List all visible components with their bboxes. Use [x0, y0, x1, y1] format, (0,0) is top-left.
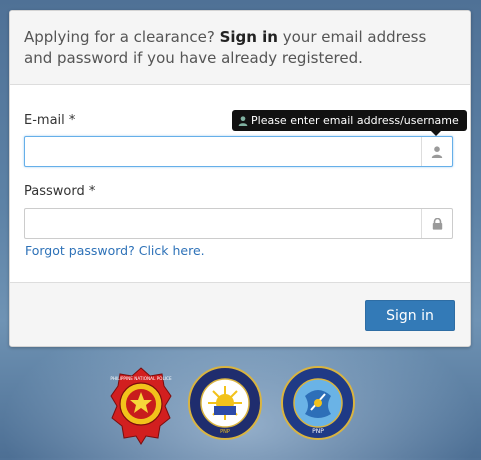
- agency-logos: PHILIPPINE NATIONAL POLICE PNP PNP: [0, 360, 481, 450]
- email-input-group: [24, 136, 453, 167]
- itms-seal-logo: PNP: [281, 366, 355, 440]
- tooltip-text: Please enter email address/username: [251, 114, 459, 127]
- pnp-seal-text: PHILIPPINE NATIONAL POLICE: [110, 376, 172, 381]
- password-label: Password *: [24, 184, 96, 199]
- tooltip-arrow: [431, 131, 441, 136]
- user-icon: [431, 145, 443, 158]
- email-label: E-mail *: [24, 113, 76, 128]
- didm-seal-sub: PNP: [220, 429, 230, 435]
- forgot-password-link[interactable]: Forgot password? Click here.: [25, 243, 205, 258]
- email-tooltip: Please enter email address/username: [232, 110, 467, 136]
- user-icon: [238, 115, 248, 126]
- lock-icon: [432, 217, 442, 230]
- email-addon: [421, 137, 452, 166]
- pnp-seal-logo: PHILIPPINE NATIONAL POLICE: [110, 367, 172, 445]
- didm-seal-logo: PNP: [188, 366, 262, 440]
- panel-heading: Applying for a clearance? Sign in your e…: [10, 11, 470, 85]
- itms-seal-sub: PNP: [312, 428, 324, 435]
- password-input-group: [24, 208, 453, 239]
- login-panel: Applying for a clearance? Sign in your e…: [9, 10, 471, 347]
- heading-emphasis: Sign in: [219, 28, 278, 46]
- password-addon: [421, 209, 452, 238]
- password-field[interactable]: [25, 209, 421, 238]
- sign-in-button[interactable]: Sign in: [365, 300, 455, 331]
- panel-footer: Sign in: [10, 282, 470, 346]
- email-field[interactable]: [25, 137, 421, 166]
- heading-prefix: Applying for a clearance?: [24, 28, 220, 46]
